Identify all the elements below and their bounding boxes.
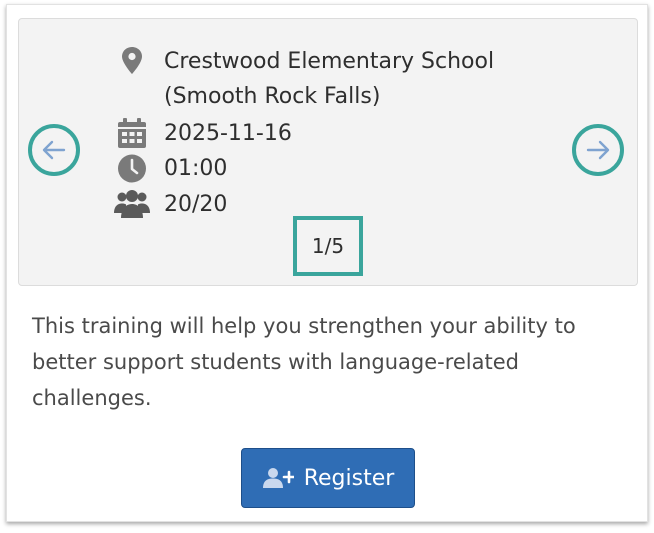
register-label: Register (303, 465, 395, 491)
event-seats: 20/20 (112, 187, 227, 222)
calendar-icon (112, 116, 152, 151)
location-line-1: Crestwood Elementary School (164, 49, 495, 74)
arrow-right-icon (586, 140, 610, 160)
location-line-2: (Smooth Rock Falls) (164, 84, 381, 109)
event-time: 01:00 (112, 151, 227, 186)
user-plus-icon (262, 466, 294, 490)
time-value: 01:00 (164, 156, 228, 181)
event-location: Crestwood Elementary School (Smooth Rock… (112, 44, 524, 114)
seats-value: 20/20 (164, 192, 228, 217)
previous-slide-button[interactable] (28, 124, 80, 176)
slide-counter-text: 1/5 (311, 234, 345, 258)
event-description: This training will help you strengthen y… (32, 314, 576, 410)
date-value: 2025-11-16 (164, 121, 292, 146)
slide-counter: 1/5 (293, 216, 363, 276)
users-icon (112, 187, 152, 222)
next-slide-button[interactable] (572, 124, 624, 176)
map-pin-icon (112, 44, 152, 79)
clock-icon (112, 151, 152, 186)
arrow-left-icon (42, 140, 66, 160)
event-date: 2025-11-16 (112, 116, 292, 151)
register-button[interactable]: Register (241, 448, 415, 508)
